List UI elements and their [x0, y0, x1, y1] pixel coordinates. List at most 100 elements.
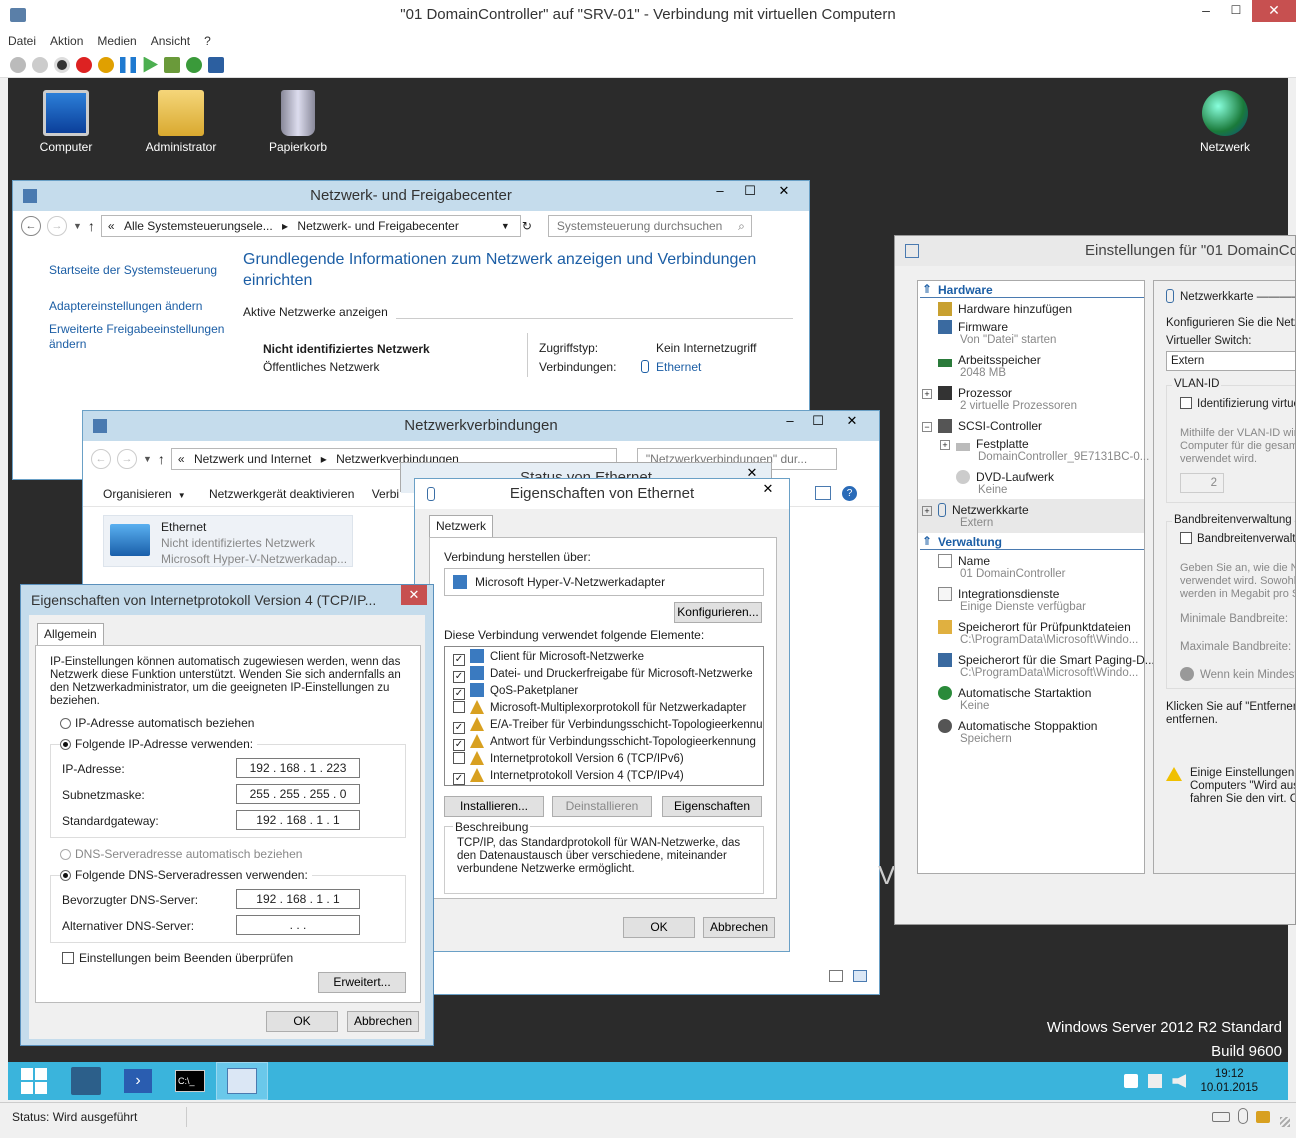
- organize-dropdown-icon[interactable]: ▼: [178, 491, 186, 500]
- component-checkbox[interactable]: [453, 701, 465, 713]
- volume-tray-icon[interactable]: [1172, 1074, 1187, 1088]
- breadcrumb-all-control-panel[interactable]: Alle Systemsteuerungsele...: [124, 219, 273, 233]
- manual-dns-radio[interactable]: Folgende DNS-Serveradressen verwenden:: [60, 868, 312, 882]
- close-button[interactable]: ✕: [1252, 0, 1296, 22]
- component-checkbox[interactable]: ✓: [453, 773, 465, 785]
- nsc-address-bar[interactable]: « Alle Systemsteuerungsele... ▸ Netzwerk…: [100, 215, 521, 237]
- tree-item-processor[interactable]: + Prozessor 2 virtuelle Prozessoren: [922, 386, 1077, 412]
- help-icon[interactable]: ?: [842, 486, 857, 501]
- component-item[interactable]: ✓ Internetprotokoll Version 4 (TCP/IPv4): [453, 768, 763, 785]
- component-item[interactable]: Microsoft-Multiplexorprotokoll für Netzw…: [453, 700, 763, 717]
- nsc-close-button[interactable]: ✕: [769, 181, 799, 203]
- desktop-icon-administrator[interactable]: Administrator: [136, 82, 226, 154]
- collapse-icon[interactable]: −: [922, 422, 932, 432]
- nsc-search-input[interactable]: Systemsteuerung durchsuchen ⌕: [547, 215, 752, 237]
- tray-clock[interactable]: 19:12 10.01.2015: [1200, 1067, 1258, 1095]
- eth-close-button[interactable]: ✕: [753, 479, 783, 501]
- install-button[interactable]: Installieren...: [444, 796, 544, 817]
- checkpoint-icon[interactable]: [164, 56, 180, 73]
- tree-item-add-hardware[interactable]: Hardware hinzufügen: [938, 302, 1072, 316]
- tab-allgemein[interactable]: Allgemein: [37, 623, 104, 645]
- eth-cancel-button[interactable]: Abbrechen: [703, 917, 775, 938]
- manual-ip-radio[interactable]: Folgende IP-Adresse verwenden:: [60, 737, 258, 751]
- component-checkbox[interactable]: ✓: [453, 671, 465, 683]
- ip-address-field[interactable]: 192 . 168 . 1 . 223: [236, 758, 360, 778]
- taskbar-command-prompt[interactable]: C:\_: [164, 1062, 216, 1100]
- menu-ansicht[interactable]: Ansicht: [151, 34, 190, 48]
- tree-item-harddisk[interactable]: + Festplatte DomainController_9E7131BC-0..…: [940, 437, 1149, 463]
- tree-item-integration-services[interactable]: Integrationsdienste Einige Dienste verfüg…: [938, 587, 1086, 613]
- tree-item-smart-paging[interactable]: Speicherort für die Smart Paging-D... C:\…: [938, 653, 1155, 679]
- expand-icon[interactable]: +: [940, 440, 950, 450]
- radio-indicator[interactable]: [60, 739, 71, 750]
- revert-icon[interactable]: [186, 56, 202, 73]
- collapse-icon[interactable]: ⇑: [922, 534, 932, 548]
- properties-button[interactable]: Eigenschaften: [662, 796, 762, 817]
- ipv4-close-button[interactable]: ✕: [401, 585, 427, 605]
- minimize-button[interactable]: –: [1194, 0, 1218, 22]
- radio-indicator[interactable]: [60, 870, 71, 881]
- component-checkbox[interactable]: ✓: [453, 654, 465, 666]
- alternate-dns-field[interactable]: . . .: [236, 915, 360, 935]
- advanced-button[interactable]: Erweitert...: [318, 972, 406, 993]
- vlan-checkbox[interactable]: Identifizierung virtue: [1180, 397, 1295, 410]
- tree-item-auto-start[interactable]: Automatische Startaktion Keine: [938, 686, 1091, 712]
- breadcrumb-overflow[interactable]: «: [178, 452, 185, 466]
- link-advanced-sharing[interactable]: Erweiterte Freigabeeinstellungen ändern: [49, 322, 229, 352]
- component-item[interactable]: ✓ Antwort für Verbindungsschicht-Topologi…: [453, 734, 763, 751]
- component-item[interactable]: ✓ Client für Microsoft-Netzwerke: [453, 649, 763, 666]
- hardware-section-header[interactable]: ⇑ Hardware: [920, 282, 1144, 298]
- details-view-icon[interactable]: [829, 970, 843, 982]
- expand-icon[interactable]: +: [922, 389, 932, 399]
- back-icon[interactable]: ←: [91, 449, 111, 469]
- network-tray-icon[interactable]: [1148, 1074, 1163, 1088]
- back-icon[interactable]: ←: [21, 216, 41, 236]
- component-checkbox[interactable]: ✓: [453, 688, 465, 700]
- breadcrumb-overflow[interactable]: «: [108, 219, 115, 233]
- forward-icon[interactable]: →: [117, 449, 137, 469]
- management-section-header[interactable]: ⇑ Verwaltung: [920, 534, 1144, 550]
- start-button[interactable]: [8, 1062, 60, 1100]
- vlan-id-field[interactable]: 2: [1180, 473, 1224, 493]
- tree-item-memory[interactable]: Arbeitsspeicher 2048 MB: [938, 353, 1041, 379]
- address-dropdown-icon[interactable]: ▼: [501, 221, 510, 231]
- pause-icon[interactable]: [120, 56, 136, 73]
- component-checkbox[interactable]: ✓: [453, 722, 465, 734]
- large-icons-view-icon[interactable]: [853, 970, 867, 982]
- save-state-icon[interactable]: [98, 56, 114, 73]
- eth-ok-button[interactable]: OK: [623, 917, 695, 938]
- tree-item-network-adapter[interactable]: + Netzwerkkarte Extern: [918, 499, 1144, 533]
- tree-item-dvd[interactable]: DVD-Laufwerk Keine: [956, 470, 1054, 496]
- component-item[interactable]: ✓ Datei- und Druckerfreigabe für Microsof…: [453, 666, 763, 683]
- tree-item-name[interactable]: Name 01 DomainController: [938, 554, 1065, 580]
- up-icon[interactable]: ↑: [88, 218, 95, 234]
- gateway-field[interactable]: 192 . 168 . 1 . 1: [236, 810, 360, 830]
- checkbox-indicator[interactable]: [1180, 532, 1192, 544]
- vswitch-select[interactable]: Extern: [1166, 351, 1295, 371]
- tab-netzwerk[interactable]: Netzwerk: [429, 515, 494, 537]
- expand-icon[interactable]: +: [922, 506, 932, 516]
- ctrl-alt-del-icon[interactable]: [10, 56, 26, 73]
- taskbar-powershell[interactable]: ›: [112, 1062, 164, 1100]
- adapter-ethernet[interactable]: Ethernet Nicht identifiziertes Netzwerk …: [103, 515, 353, 567]
- validate-checkbox[interactable]: Einstellungen beim Beenden überprüfen: [62, 951, 293, 965]
- component-checkbox[interactable]: [453, 752, 465, 764]
- enhanced-session-icon[interactable]: [208, 56, 224, 73]
- desktop-icon-recycle-bin[interactable]: Papierkorb: [253, 82, 343, 154]
- history-dropdown-icon[interactable]: ▼: [143, 454, 152, 464]
- nc-maximize-button[interactable]: ☐: [803, 411, 833, 433]
- shutdown-icon[interactable]: [76, 56, 92, 73]
- component-item[interactable]: ✓ QoS-Paketplaner: [453, 683, 763, 700]
- component-item[interactable]: Internetprotokoll Version 6 (TCP/IPv6): [453, 751, 763, 768]
- connection-menu-truncated[interactable]: Verbi: [372, 487, 399, 501]
- disable-device-button[interactable]: Netzwerkgerät deaktivieren: [209, 487, 354, 501]
- ipv4-ok-button[interactable]: OK: [266, 1011, 338, 1032]
- preferred-dns-field[interactable]: 192 . 168 . 1 . 1: [236, 889, 360, 909]
- taskbar-control-panel[interactable]: [216, 1062, 268, 1100]
- nsc-maximize-button[interactable]: ☐: [735, 181, 765, 203]
- radio-indicator[interactable]: [60, 849, 71, 860]
- link-adapter-settings[interactable]: Adaptereinstellungen ändern: [49, 299, 229, 314]
- menu-help[interactable]: ?: [204, 34, 211, 48]
- action-center-icon[interactable]: [1124, 1074, 1139, 1088]
- bandwidth-checkbox[interactable]: Bandbreitenverwaltu: [1180, 532, 1295, 545]
